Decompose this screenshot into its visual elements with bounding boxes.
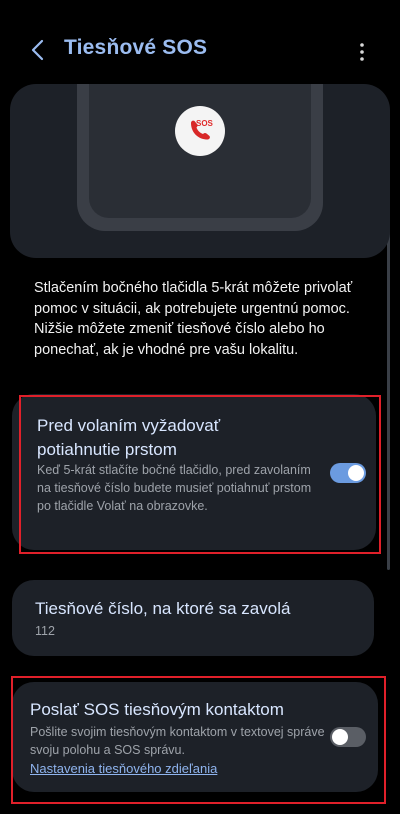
page-title: Tiesňové SOS [64,36,208,59]
more-vert-icon [360,43,364,61]
emergency-number-value: 112 [35,624,55,638]
more-options-button[interactable] [350,38,374,66]
back-arrow-icon [31,39,44,61]
sos-badge: SOS [175,106,225,156]
emergency-number-setting[interactable]: Tiesňové číslo, na ktoré sa zavolá 112 [12,580,374,656]
description-text: Stlačením bočného tlačidla 5-krát môžete… [34,280,353,358]
emergency-number-title: Tiesňové číslo, na ktoré sa zavolá [35,599,291,618]
sos-illustration: SOS [10,84,390,258]
back-button[interactable] [24,36,52,64]
sos-badge-text: SOS [196,119,213,128]
highlight-box-send-sos [11,676,386,804]
highlight-box-swipe [19,395,381,554]
